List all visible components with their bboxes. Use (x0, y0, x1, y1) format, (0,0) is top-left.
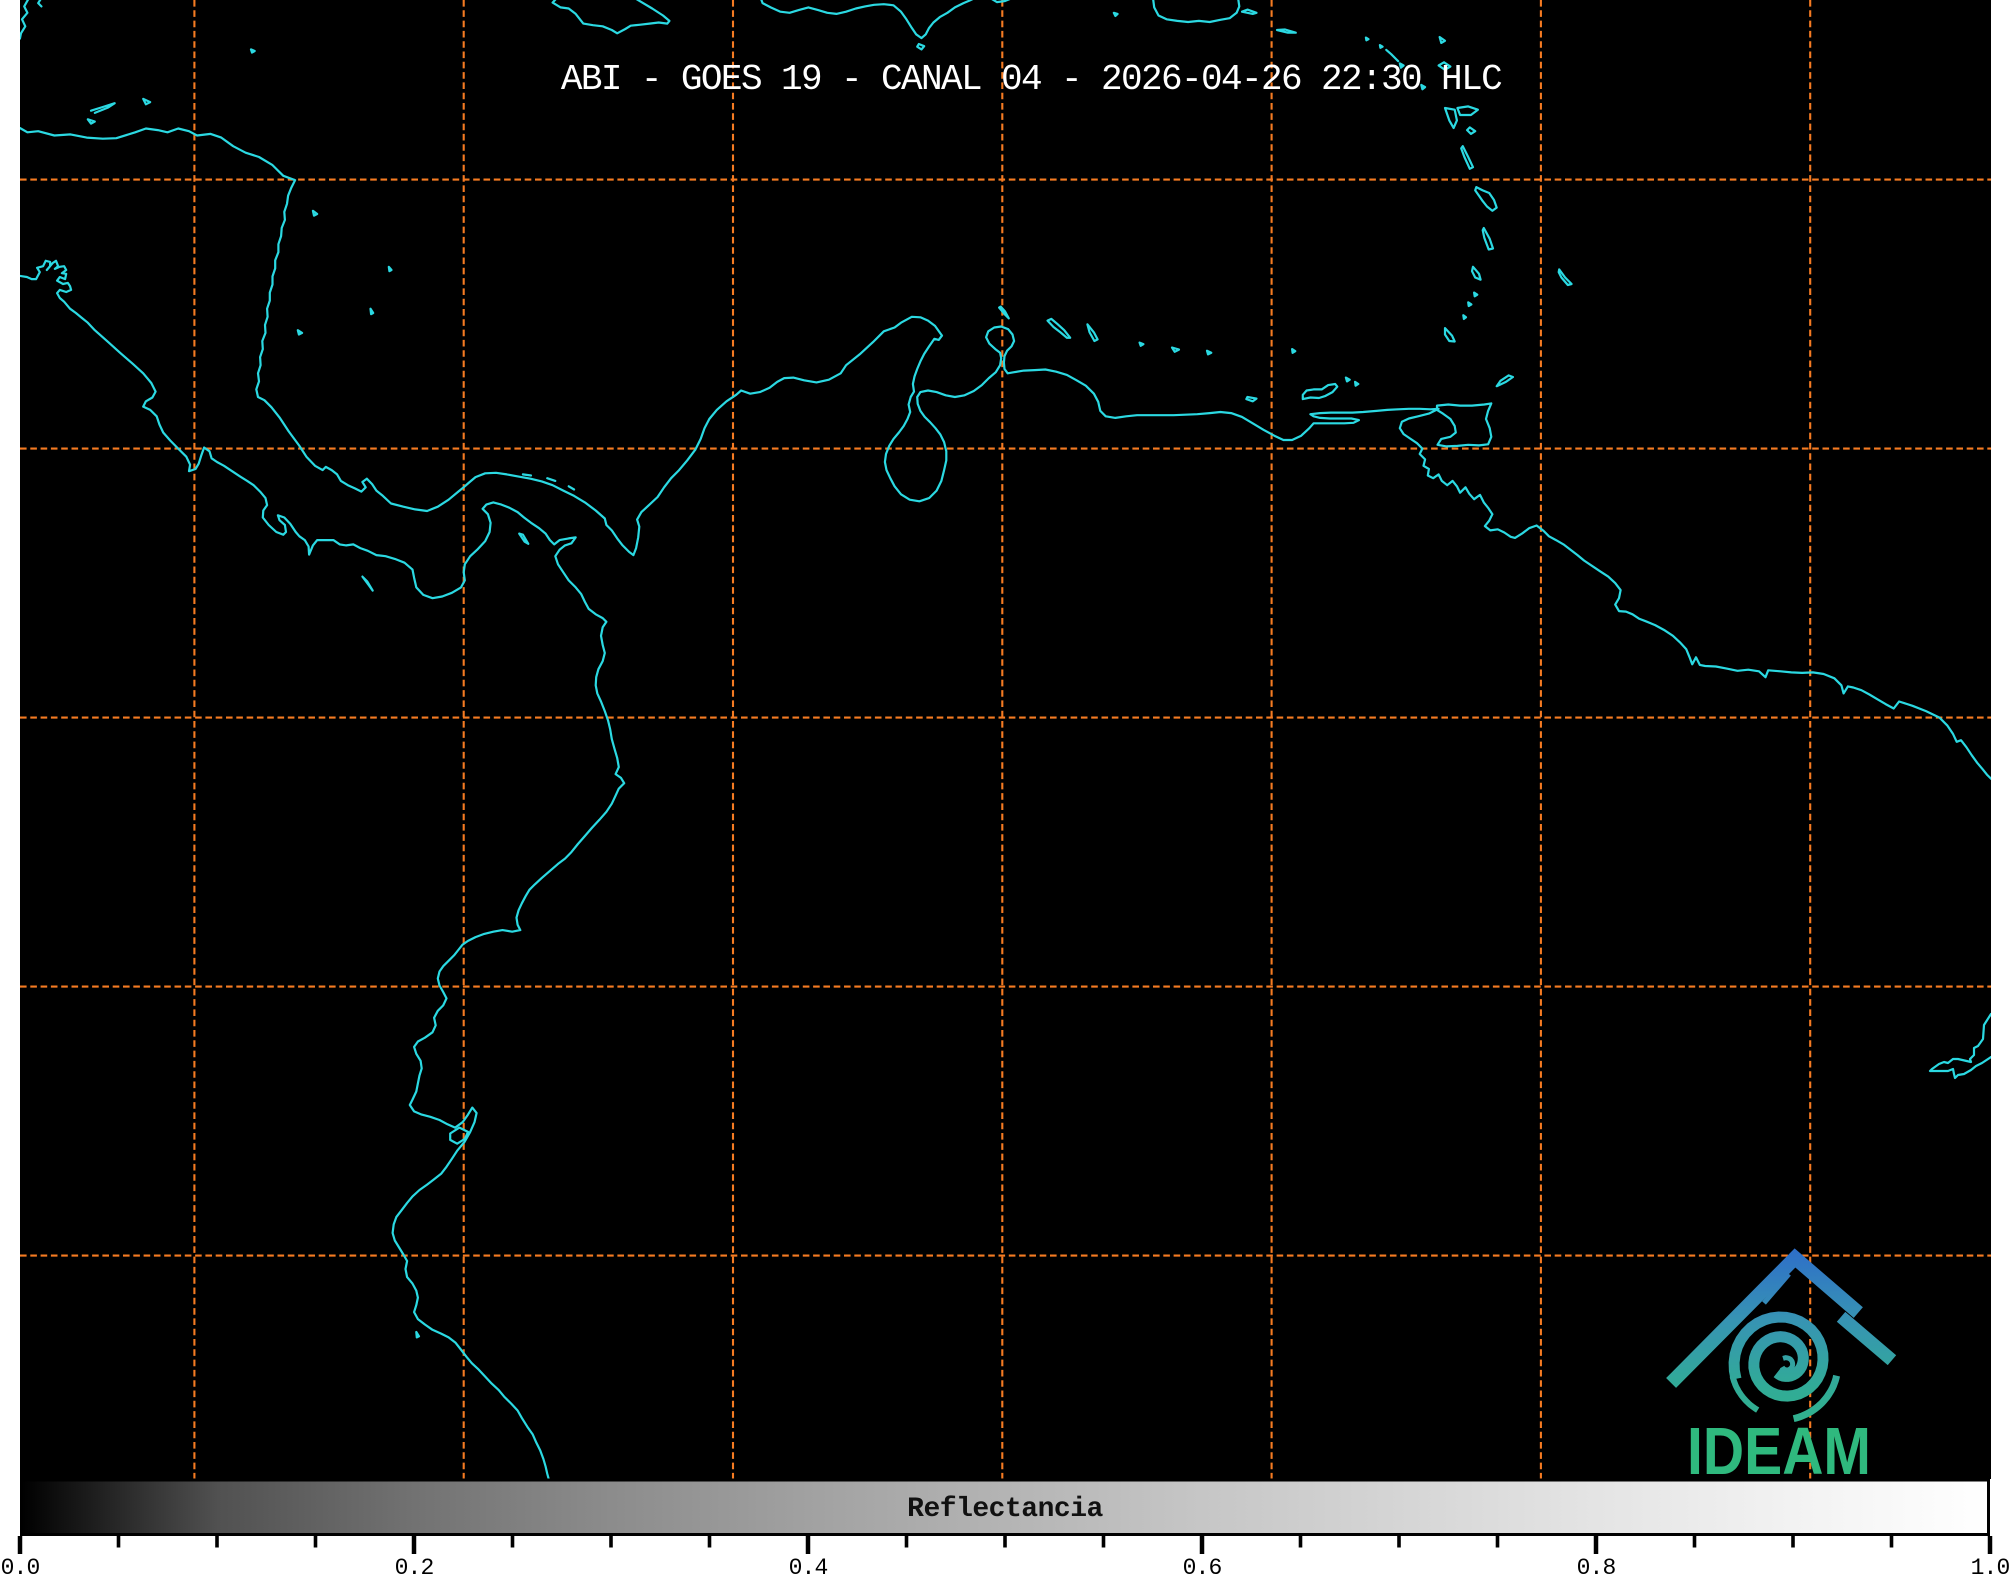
svg-text:0.4: 0.4 (789, 1555, 828, 1577)
svg-text:ABI - GOES 19 - CANAL 04 - 202: ABI - GOES 19 - CANAL 04 - 2026-04-26 22… (561, 59, 1502, 100)
svg-text:0.8: 0.8 (1577, 1555, 1616, 1577)
svg-text:0.6: 0.6 (1183, 1555, 1222, 1577)
svg-text:1.0: 1.0 (1971, 1555, 2010, 1577)
svg-text:0.0: 0.0 (1, 1555, 40, 1577)
svg-text:Reflectancia: Reflectancia (907, 1494, 1103, 1525)
svg-text:0.2: 0.2 (395, 1555, 434, 1577)
svg-text:IDEAM: IDEAM (1687, 1414, 1871, 1489)
